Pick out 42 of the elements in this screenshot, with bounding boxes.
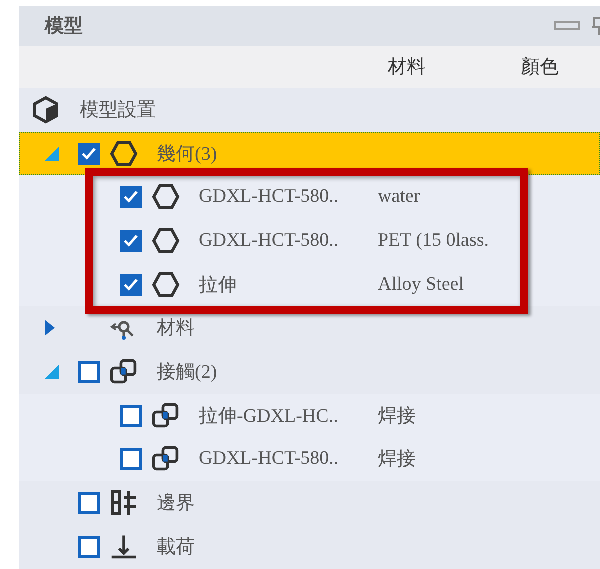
panel-title: 模型 — [45, 14, 84, 39]
bracket-icon — [110, 489, 138, 518]
tree-item-label: 模型設置 — [80, 98, 156, 123]
tree-item-label: 載荷 — [157, 536, 195, 560]
tree-item-label: 接觸(2) — [157, 360, 218, 385]
tree-item-label: GDXL-HCT-580.. — [199, 230, 339, 252]
tree-item-label: 邊界 — [157, 492, 195, 516]
tree-item-label: GDXL-HCT-580.. — [199, 186, 339, 208]
tree-item-label: 拉伸-GDXL-HC.. — [199, 404, 338, 429]
checkbox[interactable] — [120, 186, 142, 208]
column-header[interactable]: 顏色 — [521, 54, 559, 80]
checkbox[interactable] — [120, 448, 142, 470]
tree-row[interactable]: GDXL-HCT-580.. 焊接 — [19, 438, 600, 482]
hexagon-icon — [152, 183, 180, 212]
checkbox[interactable] — [78, 492, 100, 514]
material-cell-text: 焊接 — [378, 448, 417, 472]
tree-item-label: 材料 — [157, 317, 195, 342]
checkbox[interactable] — [78, 536, 100, 558]
checkbox[interactable] — [120, 230, 142, 252]
cube-icon — [33, 96, 59, 124]
tree-item-label: 幾何(3) — [157, 142, 218, 167]
expand-toggle-icon[interactable] — [45, 146, 59, 161]
tree-row[interactable]: 拉伸-GDXL-HC.. 焊接 — [19, 394, 600, 438]
checkbox[interactable] — [78, 360, 100, 383]
checkbox[interactable] — [120, 274, 142, 296]
hexagon-icon — [152, 270, 180, 299]
hexagon-icon — [152, 226, 180, 255]
material-cell-text: PET (15 0lass. — [378, 230, 490, 252]
hexagon-icon — [110, 140, 138, 168]
checkbox[interactable] — [78, 142, 100, 165]
material-cell-text: Alloy Steel — [378, 274, 466, 296]
expand-toggle-icon[interactable] — [45, 364, 59, 379]
tree-item-label: GDXL-HCT-580.. — [199, 448, 339, 470]
checkbox[interactable] — [120, 404, 142, 427]
column-header[interactable]: 材料 — [388, 54, 426, 80]
material-cell-text: 焊接 — [378, 404, 417, 429]
tree-item-label: 拉伸 — [199, 274, 237, 298]
tree-row[interactable]: GDXL-HCT-580.. water — [19, 175, 600, 220]
material-cell-text: water — [378, 186, 422, 208]
tree-row[interactable]: GDXL-HCT-580.. PET (15 0lass. — [19, 219, 600, 263]
tree-row[interactable]: 拉伸 Alloy Steel — [19, 262, 600, 306]
expand-toggle-icon[interactable] — [45, 320, 55, 336]
